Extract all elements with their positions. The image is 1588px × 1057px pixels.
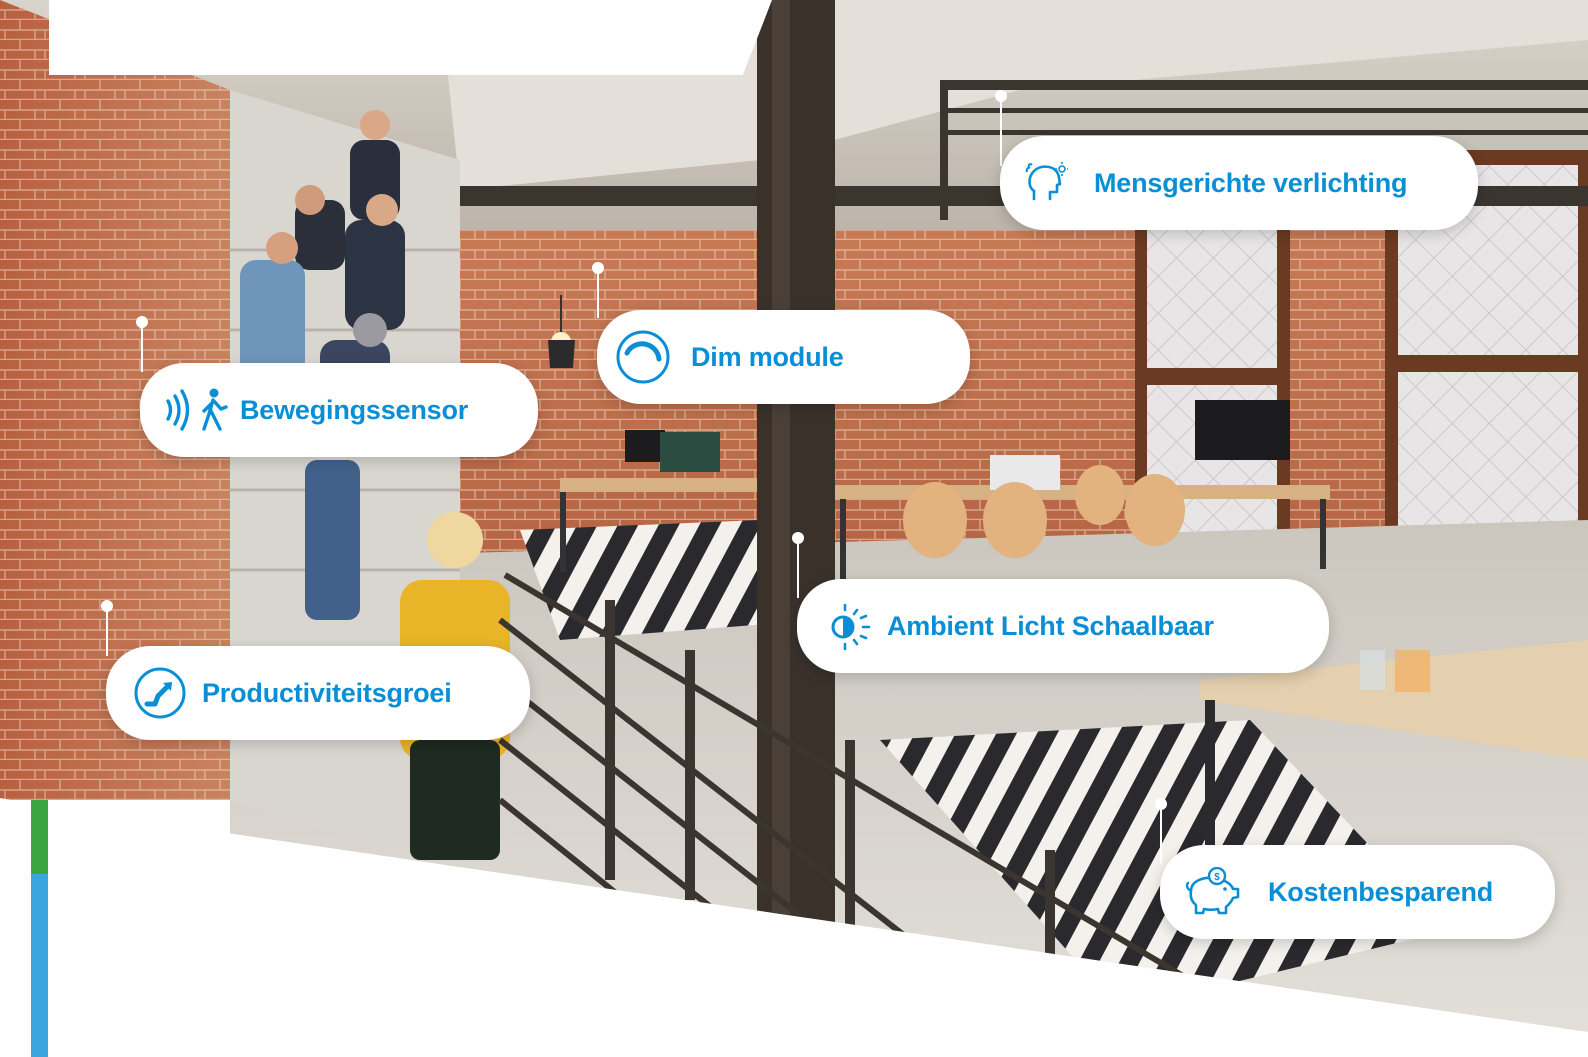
infographic-stage: Mensgerichte verlichting Dim module Bewe… [0, 0, 1588, 1057]
callout-dim: Dim module [597, 310, 970, 404]
callout-label-ambient: Ambient Licht Schaalbaar [887, 610, 1214, 641]
callout-label-productiviteit: Productiviteitsgroei [202, 677, 452, 708]
motion-sensor-icon [164, 387, 234, 433]
ambient-light-icon [819, 600, 875, 652]
pin-kosten [1155, 798, 1167, 864]
svg-text:$: $ [1214, 872, 1220, 883]
pin-dim [592, 262, 604, 318]
pin-beweging [136, 316, 148, 372]
callout-label-beweging: Bewegingssensor [240, 394, 469, 425]
callout-beweging: Bewegingssensor [140, 363, 538, 457]
callout-ambient: Ambient Licht Schaalbaar [797, 579, 1329, 673]
human-head-light-icon [1018, 159, 1074, 207]
callout-kosten: $ Kostenbesparend [1160, 845, 1555, 939]
callout-label-dim: Dim module [691, 341, 844, 372]
pin-mensgericht [995, 90, 1007, 166]
dim-dial-icon [613, 329, 673, 385]
piggy-bank-icon: $ [1182, 867, 1244, 917]
growth-arrow-icon [132, 666, 188, 720]
pin-productiviteit [101, 600, 113, 656]
callout-mensgericht: Mensgerichte verlichting [1000, 136, 1478, 230]
callout-productiviteit: Productiviteitsgroei [106, 646, 530, 740]
callout-label-mensgericht: Mensgerichte verlichting [1094, 167, 1408, 198]
callout-label-kosten: Kostenbesparend [1268, 876, 1494, 907]
pin-ambient [792, 532, 804, 598]
color-strip-segment-blue [31, 874, 48, 1057]
